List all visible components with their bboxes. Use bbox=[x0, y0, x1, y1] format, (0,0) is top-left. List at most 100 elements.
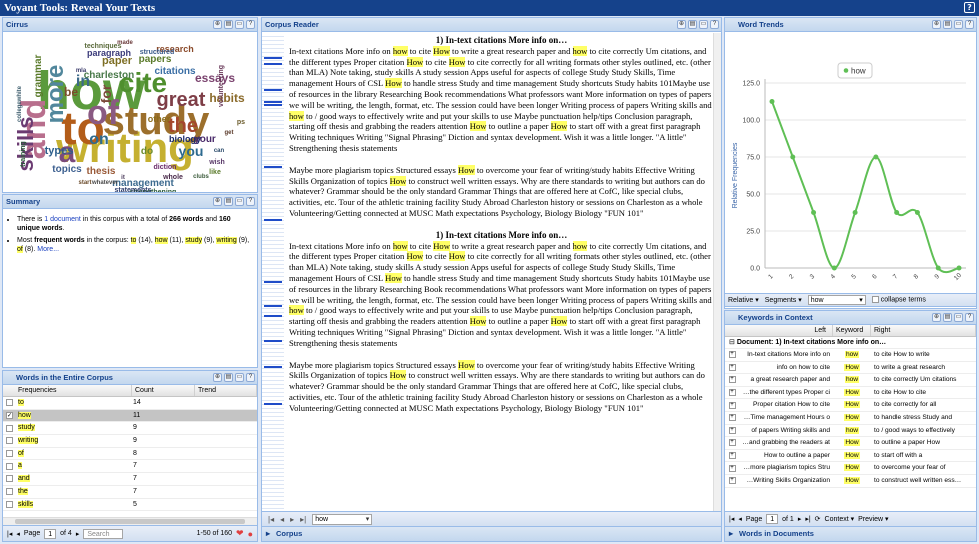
help-icon[interactable]: ? bbox=[965, 313, 974, 322]
row-checkbox[interactable] bbox=[6, 500, 13, 508]
help-icon[interactable]: ? bbox=[965, 20, 974, 29]
row-checkbox[interactable] bbox=[6, 399, 13, 407]
cloud-word[interactable]: made bbox=[117, 40, 133, 46]
table-icon[interactable]: ▤ bbox=[943, 20, 952, 29]
segments-menu[interactable]: Segments ▾ bbox=[765, 296, 802, 304]
heart-icon[interactable]: ❤ bbox=[236, 528, 244, 539]
expand-icon[interactable]: + bbox=[728, 439, 736, 447]
help-icon[interactable]: ? bbox=[710, 20, 719, 29]
frequent-word[interactable]: of (8). bbox=[17, 246, 35, 253]
cloud-word[interactable]: start bbox=[78, 180, 91, 186]
window-icon[interactable]: ▭ bbox=[235, 197, 244, 206]
more-link[interactable]: More... bbox=[37, 246, 59, 253]
gutter-mark[interactable] bbox=[264, 366, 282, 368]
horizontal-scrollbar[interactable] bbox=[3, 517, 257, 525]
expand-icon[interactable]: + bbox=[728, 414, 736, 422]
cloud-word[interactable]: like bbox=[209, 169, 221, 176]
keyword-highlight[interactable]: How bbox=[448, 251, 466, 262]
cloud-word[interactable]: training bbox=[20, 141, 27, 167]
expand-icon[interactable]: + bbox=[728, 426, 736, 434]
keyword-highlight[interactable]: how bbox=[392, 240, 408, 251]
keyword-highlight[interactable]: How bbox=[433, 45, 450, 56]
export-icon[interactable]: ⊕ bbox=[932, 20, 941, 29]
keyword-highlight[interactable]: how bbox=[572, 45, 588, 56]
table-row[interactable]: and 7 bbox=[3, 473, 257, 486]
keyword-highlight[interactable]: how bbox=[392, 45, 408, 56]
keyword-highlight[interactable]: how bbox=[289, 110, 304, 121]
words-in-documents-collapsed-panel[interactable]: Words in Documents bbox=[725, 526, 976, 541]
export-icon[interactable]: ⊕ bbox=[213, 20, 222, 29]
cloud-word[interactable]: thesis bbox=[87, 166, 116, 177]
keyword-highlight[interactable]: How bbox=[433, 240, 450, 251]
export-icon[interactable]: ⊕ bbox=[213, 373, 222, 382]
cloud-word[interactable]: habits bbox=[209, 91, 245, 105]
cloud-word[interactable]: your bbox=[194, 134, 216, 145]
kwic-row[interactable]: + Proper citation How to cite How to cite c… bbox=[725, 399, 976, 412]
first-page-icon[interactable]: |◂ bbox=[7, 530, 12, 538]
help-icon[interactable]: ? bbox=[964, 2, 975, 13]
corpus-collapsed-panel[interactable]: Corpus bbox=[262, 526, 721, 541]
first-page-icon[interactable]: |◂ bbox=[729, 515, 734, 523]
export-icon[interactable]: ⊕ bbox=[213, 197, 222, 206]
document-link[interactable]: 1 document bbox=[44, 216, 81, 223]
keyword-highlight[interactable]: How bbox=[457, 359, 475, 370]
kwic-row[interactable]: + …Writing Skills Organization How to const… bbox=[725, 475, 976, 488]
export-icon[interactable]: ⊕ bbox=[932, 313, 941, 322]
keyword-highlight[interactable]: How bbox=[469, 121, 487, 132]
row-checkbox[interactable] bbox=[6, 450, 13, 458]
trend-term-select[interactable]: how bbox=[807, 295, 866, 305]
cloud-word[interactable]: ps bbox=[237, 119, 245, 126]
keyword-highlight[interactable]: How bbox=[406, 251, 424, 262]
keyword-highlight[interactable]: How bbox=[385, 272, 402, 283]
expand-icon[interactable]: + bbox=[728, 452, 736, 460]
table-icon[interactable]: ▤ bbox=[943, 313, 952, 322]
column-trend[interactable]: Trend bbox=[195, 385, 257, 396]
cloud-word[interactable]: mla bbox=[76, 68, 87, 74]
help-icon[interactable]: ? bbox=[246, 373, 255, 382]
reader-term-select[interactable]: how bbox=[312, 513, 373, 525]
cloud-word[interactable]: whole bbox=[162, 174, 183, 181]
gutter-mark[interactable] bbox=[264, 403, 282, 405]
keyword-highlight[interactable]: how bbox=[572, 240, 588, 251]
row-checkbox[interactable] bbox=[6, 475, 13, 483]
column-left[interactable]: Left bbox=[725, 325, 833, 336]
expand-icon[interactable]: + bbox=[728, 376, 736, 384]
cloud-word[interactable]: grammar bbox=[33, 55, 44, 98]
cloud-word[interactable]: other bbox=[148, 114, 171, 124]
first-page-icon[interactable]: |◂ bbox=[268, 515, 274, 524]
cloud-word[interactable]: on bbox=[89, 131, 109, 148]
kwic-row[interactable]: + In-text citations More info on how to cit… bbox=[725, 349, 976, 362]
cloud-word[interactable]: topics bbox=[52, 164, 82, 175]
page-input[interactable]: 1 bbox=[44, 528, 57, 539]
kwic-row[interactable]: + How to outline a paper How to start off w… bbox=[725, 450, 976, 463]
cloud-word[interactable]: you bbox=[179, 143, 204, 159]
column-frequencies[interactable]: Frequencies bbox=[3, 385, 132, 396]
keyword-highlight[interactable]: How bbox=[385, 78, 402, 89]
kwic-row[interactable]: + …and grabbing the readers at How to outli… bbox=[725, 437, 976, 450]
row-checkbox[interactable] bbox=[6, 488, 13, 496]
context-menu[interactable]: Context ▾ bbox=[825, 515, 855, 523]
next-page-icon[interactable]: ▸ bbox=[290, 515, 294, 524]
cloud-word[interactable]: get bbox=[225, 130, 234, 136]
cloud-word[interactable]: do bbox=[141, 146, 153, 157]
expand-icon[interactable]: + bbox=[728, 389, 736, 397]
kwic-row[interactable]: + of papers Writing skills and how to / goo… bbox=[725, 425, 976, 438]
gutter-mark[interactable] bbox=[264, 219, 282, 221]
row-checkbox[interactable] bbox=[6, 462, 13, 470]
cloud-word[interactable]: great bbox=[157, 89, 206, 111]
help-icon[interactable]: ? bbox=[246, 20, 255, 29]
cloud-word[interactable]: citations bbox=[154, 66, 196, 77]
stop-icon[interactable]: ● bbox=[248, 529, 253, 539]
expand-icon[interactable]: + bbox=[728, 351, 736, 359]
collapse-terms-checkbox[interactable]: collapse terms bbox=[871, 296, 926, 304]
window-icon[interactable]: ▭ bbox=[699, 20, 708, 29]
cloud-word[interactable]: whatever bbox=[91, 180, 119, 186]
cloud-word[interactable]: for bbox=[98, 84, 114, 103]
keyword-highlight[interactable]: How bbox=[389, 175, 407, 186]
gutter-mark[interactable] bbox=[264, 101, 282, 103]
table-row[interactable]: skills 5 bbox=[3, 499, 257, 512]
reader-gutter[interactable] bbox=[262, 33, 284, 511]
cloud-word[interactable]: diction bbox=[154, 164, 177, 171]
frequent-word[interactable]: writing (9), bbox=[216, 237, 249, 244]
kwic-row[interactable]: + …the different types Proper ci How to cit… bbox=[725, 387, 976, 400]
